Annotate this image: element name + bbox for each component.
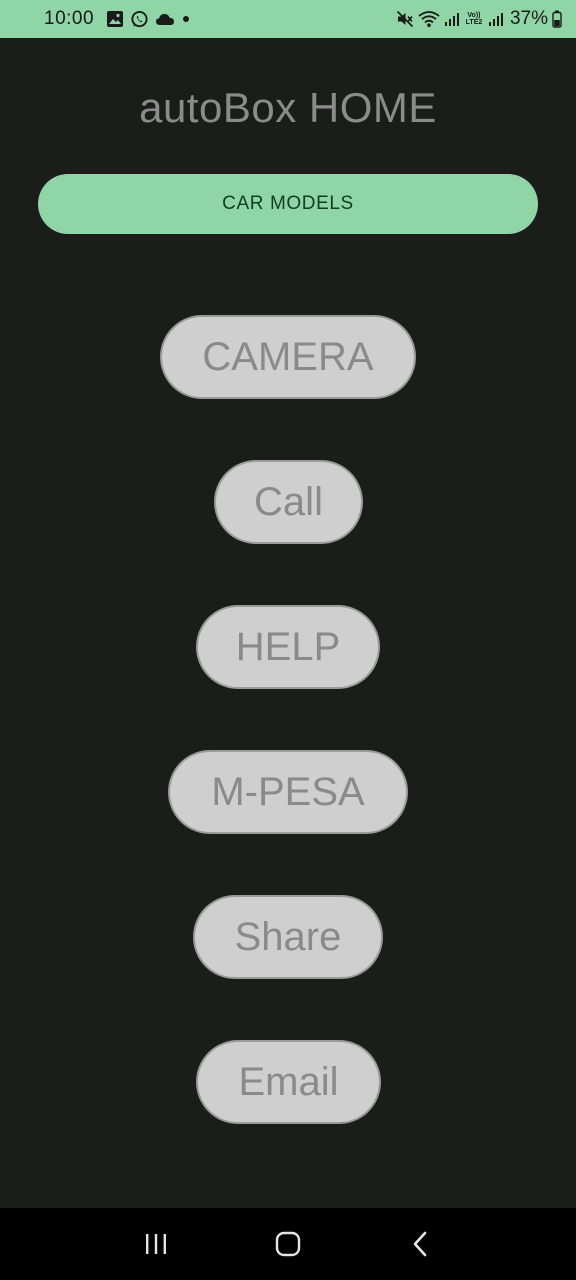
status-bar: 10:00 Vo)) LTE2 37%: [0, 0, 576, 38]
car-models-button[interactable]: CAR MODELS: [38, 174, 538, 234]
back-icon[interactable]: [390, 1214, 450, 1274]
signal-icon: [488, 11, 504, 27]
page-title: autoBox HOME: [139, 84, 437, 131]
navigation-bar: [0, 1208, 576, 1280]
mpesa-button[interactable]: M-PESA: [168, 750, 408, 834]
signal-icon: [444, 11, 460, 27]
mute-icon: [396, 10, 414, 28]
camera-button[interactable]: CAMERA: [160, 315, 416, 399]
status-right: Vo)) LTE2 37%: [396, 8, 562, 30]
lte-indicator: Vo)) LTE2: [464, 12, 484, 26]
share-button[interactable]: Share: [193, 895, 383, 979]
whatsapp-icon: [130, 10, 149, 29]
status-left: 10:00: [44, 8, 191, 30]
call-button[interactable]: Call: [214, 460, 363, 544]
help-button[interactable]: HELP: [196, 605, 380, 689]
cloud-icon: [155, 12, 175, 26]
status-time: 10:00: [44, 8, 95, 29]
image-icon: [106, 10, 124, 28]
wifi-icon: [418, 10, 440, 28]
recents-icon[interactable]: [126, 1214, 186, 1274]
dot-icon: [181, 14, 191, 24]
home-icon[interactable]: [258, 1214, 318, 1274]
battery-percent: 37%: [509, 8, 548, 29]
email-button[interactable]: Email: [196, 1040, 381, 1124]
lte-label-bottom: LTE2: [465, 19, 483, 26]
battery-icon: [552, 10, 562, 28]
lte-label-top: Vo)): [467, 12, 481, 19]
